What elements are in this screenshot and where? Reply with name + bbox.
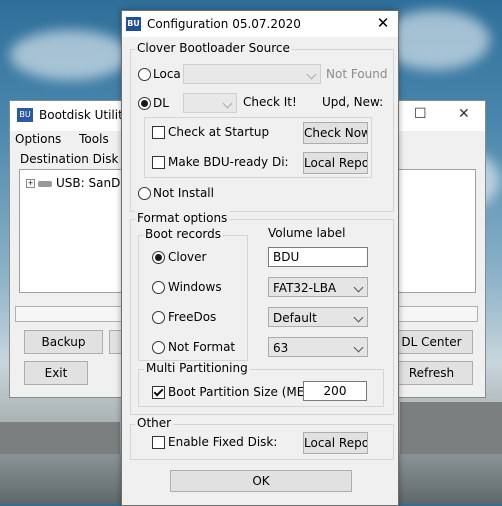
- check-it-link[interactable]: Check It!: [243, 94, 297, 110]
- not-format-label: Not Format: [168, 340, 236, 354]
- ok-button[interactable]: OK: [170, 470, 352, 492]
- dl-center-button[interactable]: DL Center: [390, 330, 473, 354]
- radio-dl[interactable]: [138, 97, 151, 110]
- format-options-legend: Format options: [135, 211, 230, 225]
- destination-disk-label: Destination Disk: [20, 152, 119, 166]
- local-repo-button-2[interactable]: Local Repo: [303, 432, 368, 454]
- refresh-button[interactable]: Refresh: [390, 361, 473, 385]
- boot-partition-checkbox[interactable]: [152, 386, 165, 399]
- not-install-label: Not Install: [153, 186, 214, 200]
- dialog-titlebar: BU Configuration 05.07.2020 ✕: [122, 11, 398, 37]
- menu-options[interactable]: Options: [15, 132, 61, 146]
- clover-label: Clover: [168, 250, 207, 264]
- multi-partitioning-legend: Multi Partitioning: [144, 361, 250, 375]
- expand-icon[interactable]: +: [26, 179, 35, 188]
- app-icon: BU: [126, 17, 141, 31]
- radio-local[interactable]: [138, 68, 151, 81]
- check-at-startup-label: Check at Startup: [168, 125, 270, 139]
- local-repo-button-1[interactable]: Local Repo: [303, 152, 368, 174]
- radio-clover[interactable]: [152, 251, 165, 264]
- dl-version-select[interactable]: [183, 93, 237, 113]
- radio-not-format[interactable]: [152, 341, 165, 354]
- dl-label: DL: [153, 96, 169, 110]
- usb-drive-icon: [38, 180, 52, 187]
- chevron-down-icon: [353, 312, 364, 323]
- chevron-down-icon: [222, 98, 233, 109]
- check-at-startup-checkbox[interactable]: [152, 126, 165, 139]
- chevron-down-icon: [353, 342, 364, 353]
- tree-node-usb[interactable]: + USB: SanD: [26, 176, 120, 190]
- app-icon: BU: [17, 108, 33, 122]
- boot-records-legend: Boot records: [143, 227, 224, 241]
- maximize-icon[interactable]: ☐: [414, 106, 427, 122]
- boot-partition-label: Boot Partition Size (ME: [168, 385, 305, 399]
- backup-button[interactable]: Backup: [24, 330, 103, 354]
- chevron-down-icon: [353, 282, 364, 293]
- freedos-label: FreeDos: [168, 310, 217, 324]
- make-bdu-ready-checkbox[interactable]: [152, 156, 165, 169]
- enable-fixed-disk-label: Enable Fixed Disk:: [168, 435, 278, 449]
- volume-label-input[interactable]: BDU: [268, 247, 368, 267]
- sectors-select[interactable]: 63: [268, 337, 368, 357]
- close-icon[interactable]: ✕: [374, 14, 392, 32]
- clover-source-legend: Clover Bootloader Source: [135, 41, 292, 55]
- windows-label: Windows: [168, 280, 222, 294]
- upd-new-label: Upd, New:: [322, 95, 384, 109]
- close-icon[interactable]: ✕: [458, 106, 470, 122]
- radio-freedos[interactable]: [152, 311, 165, 324]
- local-label: Loca: [153, 67, 181, 81]
- cluster-size-select[interactable]: Default: [268, 307, 368, 327]
- exit-button[interactable]: Exit: [24, 361, 88, 385]
- bgwin-title: Bootdisk Utility: [39, 108, 130, 122]
- dialog-title: Configuration 05.07.2020: [147, 17, 301, 31]
- other-legend: Other: [135, 416, 174, 430]
- check-now-button[interactable]: Check Now: [303, 122, 368, 144]
- not-found-label: Not Found: [326, 67, 388, 81]
- volume-label-title: Volume label: [268, 226, 346, 240]
- boot-partition-size-input[interactable]: 200: [303, 381, 367, 401]
- radio-not-install[interactable]: [138, 187, 151, 200]
- local-source-select[interactable]: [183, 64, 321, 84]
- chevron-down-icon: [306, 69, 317, 80]
- menu-tools[interactable]: Tools: [79, 132, 109, 146]
- configuration-dialog: BU Configuration 05.07.2020 ✕ Clover Boo…: [121, 10, 399, 506]
- make-bdu-ready-label: Make BDU-ready Di:: [168, 155, 289, 169]
- filesystem-select[interactable]: FAT32-LBA: [268, 277, 368, 297]
- enable-fixed-disk-checkbox[interactable]: [152, 436, 165, 449]
- radio-windows[interactable]: [152, 281, 165, 294]
